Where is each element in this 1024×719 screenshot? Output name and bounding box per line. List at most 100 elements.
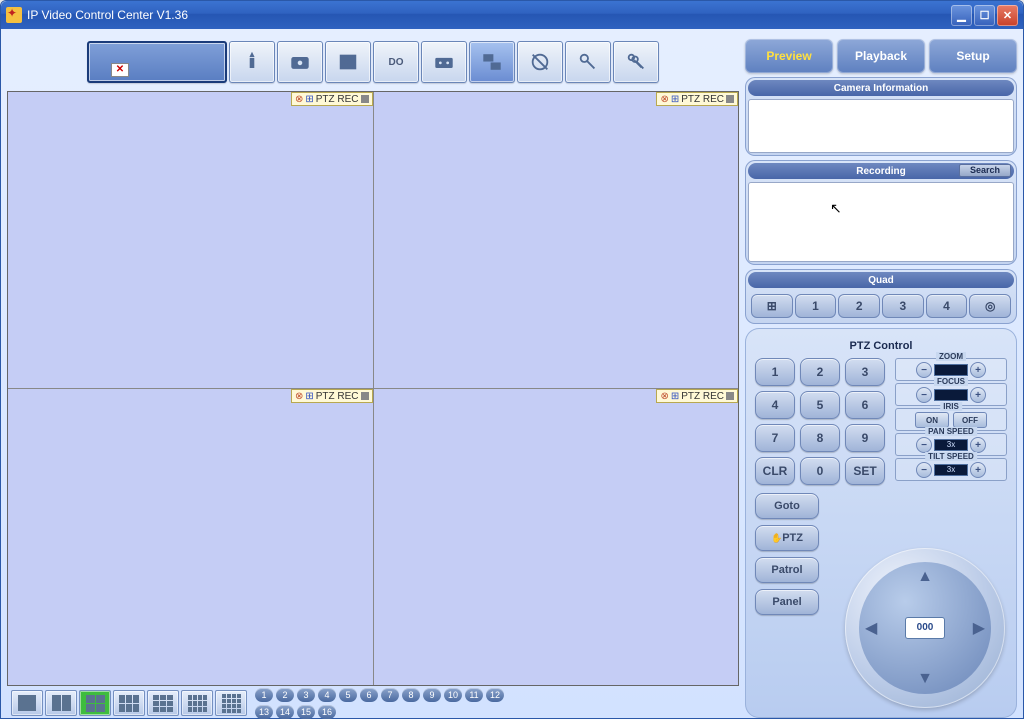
key-set[interactable]: SET: [845, 457, 885, 485]
channel-3[interactable]: 3: [297, 688, 315, 702]
key-2[interactable]: 2: [800, 358, 840, 386]
channel-10[interactable]: 10: [444, 688, 462, 702]
recording-list[interactable]: [748, 182, 1014, 262]
key-clr[interactable]: CLR: [755, 457, 795, 485]
ptz-down-button[interactable]: ▼: [917, 670, 933, 688]
camera-info-header: Camera Information: [748, 80, 1014, 96]
tab-setup[interactable]: Setup: [929, 39, 1017, 73]
layout-1x2[interactable]: [45, 690, 77, 716]
recording-header: Recording Search: [748, 163, 1014, 179]
ptz-right-button[interactable]: ▶: [973, 618, 985, 638]
channel-7[interactable]: 7: [381, 688, 399, 702]
quad-1-button[interactable]: 1: [795, 294, 837, 318]
channel-16[interactable]: 16: [318, 705, 336, 719]
panel-button[interactable]: Panel: [755, 589, 819, 615]
ptz-joystick[interactable]: ▲ ▼ ◀ ▶ 000: [845, 548, 1005, 708]
toolbar-config-button[interactable]: [229, 41, 275, 83]
maximize-button[interactable]: ☐: [974, 5, 995, 26]
toolbar-do-button[interactable]: DO: [373, 41, 419, 83]
key-6[interactable]: 6: [845, 391, 885, 419]
channel-6[interactable]: 6: [360, 688, 378, 702]
quad-2-button[interactable]: 2: [838, 294, 880, 318]
channel-8[interactable]: 8: [402, 688, 420, 702]
goto-button[interactable]: Goto: [755, 493, 819, 519]
layout-2x2[interactable]: [79, 690, 111, 716]
video-pane-3[interactable]: ⊗⊞PTZ REC: [8, 389, 373, 685]
pan-plus-button[interactable]: +: [970, 437, 986, 453]
toolbar-main-button[interactable]: ✕: [87, 41, 227, 83]
key-4[interactable]: 4: [755, 391, 795, 419]
key-5[interactable]: 5: [800, 391, 840, 419]
camera-info-list[interactable]: [748, 99, 1014, 153]
tilt-plus-button[interactable]: +: [970, 462, 986, 478]
channel-12[interactable]: 12: [486, 688, 504, 702]
key-1[interactable]: 1: [755, 358, 795, 386]
toolbar-fullscreen-button[interactable]: [325, 41, 371, 83]
key-3[interactable]: 3: [845, 358, 885, 386]
video-pane-1[interactable]: ⊗⊞PTZ REC: [8, 92, 373, 388]
pan-minus-button[interactable]: −: [916, 437, 932, 453]
layout-1x1[interactable]: [11, 690, 43, 716]
quad-camera-button[interactable]: ◎: [969, 294, 1011, 318]
ptz-keypad: 123 456 789 CLR0SET: [755, 358, 885, 485]
quad-grid-button[interactable]: ⊞: [751, 294, 793, 318]
pane-header: ⊗⊞PTZ REC: [291, 92, 373, 106]
tilt-speed-group: TILT SPEED −3x+: [895, 458, 1007, 481]
search-button[interactable]: Search: [959, 164, 1011, 177]
close-icon: ✕: [111, 63, 129, 77]
layout-2x3[interactable]: [113, 690, 145, 716]
window-title: IP Video Control Center V1.36: [27, 8, 188, 22]
ptz-left-button[interactable]: ◀: [865, 618, 877, 638]
close-button[interactable]: ✕: [997, 5, 1018, 26]
channel-11[interactable]: 11: [465, 688, 483, 702]
ptz-up-button[interactable]: ▲: [917, 568, 933, 586]
pan-value: 3x: [934, 439, 968, 451]
toolbar-record-button[interactable]: [421, 41, 467, 83]
quad-panel: Quad ⊞ 1 2 3 4 ◎: [745, 269, 1017, 324]
toolbar-key-button[interactable]: [565, 41, 611, 83]
toolbar-audio-button[interactable]: [517, 41, 563, 83]
layout-3x3[interactable]: [147, 690, 179, 716]
layout-4x4[interactable]: [215, 690, 247, 716]
zoom-minus-button[interactable]: −: [916, 362, 932, 378]
key-7[interactable]: 7: [755, 424, 795, 452]
toolbar-snapshot-button[interactable]: [277, 41, 323, 83]
camera-info-panel: Camera Information: [745, 77, 1017, 156]
key-0[interactable]: 0: [800, 457, 840, 485]
video-pane-4[interactable]: ⊗⊞PTZ REC: [374, 389, 739, 685]
channel-15[interactable]: 15: [297, 705, 315, 719]
tilt-value: 3x: [934, 464, 968, 476]
titlebar[interactable]: IP Video Control Center V1.36 ▁ ☐ ✕: [1, 1, 1023, 29]
ptz-title: PTZ Control: [755, 340, 1007, 352]
iris-off-button[interactable]: OFF: [953, 412, 987, 428]
channel-5[interactable]: 5: [339, 688, 357, 702]
quad-3-button[interactable]: 3: [882, 294, 924, 318]
tab-preview[interactable]: Preview: [745, 39, 833, 73]
pane-header: ⊗⊞PTZ REC: [291, 389, 373, 403]
iris-on-button[interactable]: ON: [915, 412, 949, 428]
layout-buttons: [11, 690, 247, 716]
toolbar-keys-button[interactable]: [613, 41, 659, 83]
bottom-bar: 12345678910111213141516: [7, 688, 739, 718]
layout-3x4[interactable]: [181, 690, 213, 716]
tilt-minus-button[interactable]: −: [916, 462, 932, 478]
focus-plus-button[interactable]: +: [970, 387, 986, 403]
key-9[interactable]: 9: [845, 424, 885, 452]
channel-14[interactable]: 14: [276, 705, 294, 719]
channel-13[interactable]: 13: [255, 705, 273, 719]
focus-minus-button[interactable]: −: [916, 387, 932, 403]
toolbar-multi-button[interactable]: [469, 41, 515, 83]
channel-9[interactable]: 9: [423, 688, 441, 702]
quad-header: Quad: [748, 272, 1014, 288]
channel-1[interactable]: 1: [255, 688, 273, 702]
key-8[interactable]: 8: [800, 424, 840, 452]
quad-4-button[interactable]: 4: [926, 294, 968, 318]
channel-2[interactable]: 2: [276, 688, 294, 702]
video-pane-2[interactable]: ⊗⊞PTZ REC: [374, 92, 739, 388]
ptz-button[interactable]: ✋PTZ: [755, 525, 819, 551]
patrol-button[interactable]: Patrol: [755, 557, 819, 583]
zoom-plus-button[interactable]: +: [970, 362, 986, 378]
minimize-button[interactable]: ▁: [951, 5, 972, 26]
tab-playback[interactable]: Playback: [837, 39, 925, 73]
channel-4[interactable]: 4: [318, 688, 336, 702]
